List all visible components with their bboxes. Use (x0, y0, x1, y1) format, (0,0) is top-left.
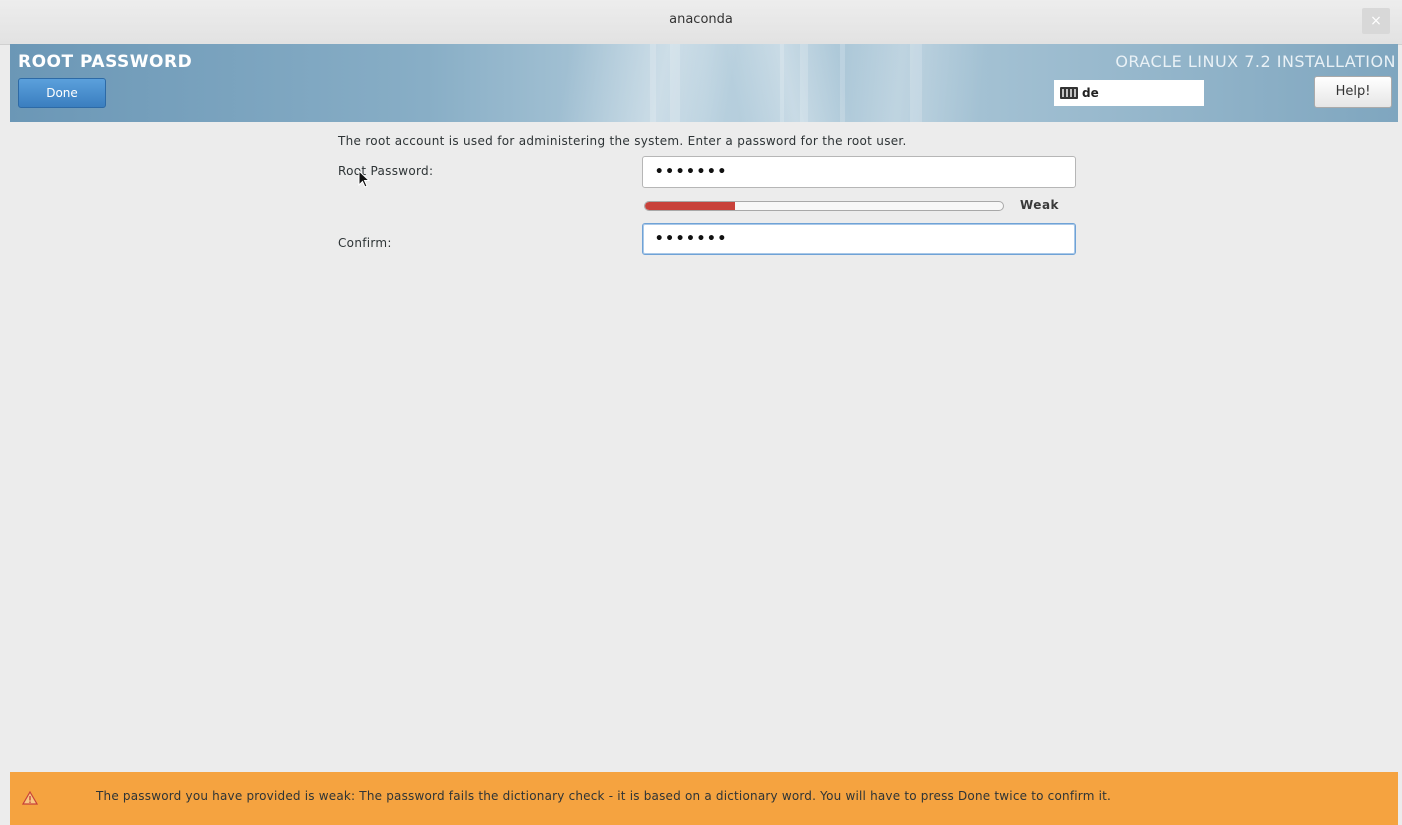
window-titlebar[interactable]: anaconda × (0, 0, 1402, 45)
intro-text: The root account is used for administeri… (338, 134, 907, 148)
spoke-title: ROOT PASSWORD (18, 52, 193, 72)
warning-bar[interactable]: The password you have provided is weak: … (10, 772, 1398, 825)
confirm-password-field[interactable]: ••••••• (642, 223, 1076, 255)
keyboard-layout-label: de (1082, 86, 1099, 100)
warning-message: The password you have provided is weak: … (96, 789, 1112, 803)
root-password-field[interactable]: ••••••• (642, 156, 1076, 188)
mouse-pointer-icon (358, 170, 370, 188)
done-button[interactable]: Done (18, 78, 106, 108)
help-button[interactable]: Help! (1314, 76, 1392, 108)
header-banner: ROOT PASSWORD Done ORACLE LINUX 7.2 INST… (10, 44, 1398, 122)
password-strength-label: Weak (1020, 198, 1060, 212)
password-strength-fill (645, 202, 735, 210)
anaconda-window: anaconda × ROOT PASSWORD Done ORACLE LIN… (0, 0, 1402, 825)
root-password-label: Root Password: (338, 164, 434, 178)
window-title: anaconda (669, 12, 733, 27)
keyboard-layout-indicator[interactable]: de (1054, 80, 1204, 106)
root-password-form: The root account is used for administeri… (10, 122, 1398, 772)
product-title: ORACLE LINUX 7.2 INSTALLATION (1115, 52, 1396, 71)
confirm-label: Confirm: (338, 236, 392, 250)
keyboard-icon (1060, 87, 1078, 99)
close-icon[interactable]: × (1362, 8, 1390, 34)
warning-triangle-icon (22, 791, 38, 805)
password-strength-bar (644, 201, 1004, 211)
